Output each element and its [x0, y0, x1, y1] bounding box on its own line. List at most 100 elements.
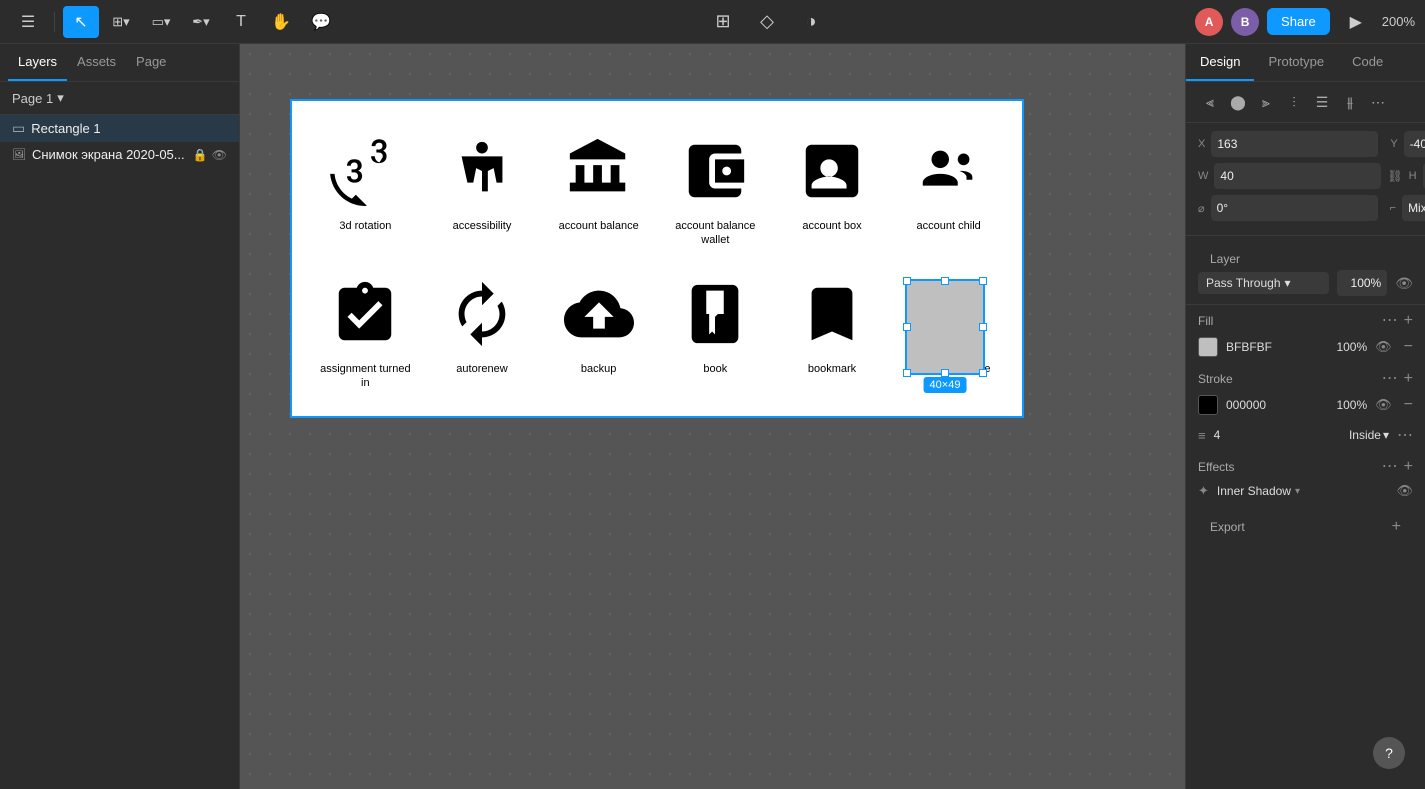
layer-visible-icon[interactable]: 👁	[1395, 275, 1413, 292]
layer-section-header: Layer	[1198, 244, 1413, 270]
account-balance-icon	[559, 131, 639, 211]
tab-prototype[interactable]: Prototype	[1254, 44, 1338, 81]
layer-section-title: Layer	[1210, 252, 1240, 266]
align-left-button[interactable]: ⫷	[1198, 90, 1222, 114]
y-input[interactable]	[1404, 131, 1425, 157]
fill-settings-button[interactable]: ⋯	[1382, 313, 1398, 329]
selected-rectangle[interactable]: 40×49	[905, 279, 985, 375]
resize-handle-l[interactable]	[903, 323, 911, 331]
layer-section: Layer Pass Through ▾ 👁	[1186, 236, 1425, 305]
resize-handle-b[interactable]	[941, 369, 949, 377]
comment-tool-button[interactable]: 💬	[303, 6, 339, 38]
blend-mode-chevron: ▾	[1285, 276, 1291, 290]
text-tool-button[interactable]: T	[223, 6, 259, 38]
stroke-remove-button[interactable]: −	[1404, 396, 1413, 414]
fill-visibility-icon[interactable]: 👁	[1375, 339, 1392, 355]
accessibility-icon	[442, 131, 522, 211]
stroke-add-button[interactable]: +	[1404, 371, 1413, 387]
export-add-button[interactable]: +	[1392, 519, 1401, 535]
fill-row-0: BFBFBF 100% 👁 −	[1186, 333, 1425, 361]
align-bottom-button[interactable]: ⫵	[1338, 90, 1362, 114]
resize-handle-t[interactable]	[941, 277, 949, 285]
fill-hex-label: BFBFBF	[1226, 340, 1328, 354]
resize-handle-br[interactable]	[979, 369, 987, 377]
help-button[interactable]: ?	[1373, 737, 1405, 769]
w-input[interactable]	[1214, 163, 1381, 189]
effect-label-0: Inner Shadow ▾	[1217, 484, 1389, 498]
pen-tool-button[interactable]: ✒▾	[183, 6, 219, 38]
3d-rotation-label: 3d rotation	[339, 219, 391, 233]
icon-cell-book: book	[662, 264, 769, 397]
tab-design[interactable]: Design	[1186, 44, 1254, 81]
align-top-button[interactable]: ⫶	[1282, 90, 1306, 114]
screenshot-layer-icon: 🖼	[12, 148, 26, 161]
tab-assets[interactable]: Assets	[67, 44, 126, 81]
stroke-extra-row: ≡ 4 Inside ▾ ⋯	[1186, 421, 1425, 449]
assets-icon[interactable]: ◇	[749, 6, 785, 38]
constrain-proportions-button[interactable]: ⛓	[1387, 169, 1402, 183]
distribute-button[interactable]: ⋯	[1366, 90, 1390, 114]
align-vertical-center-button[interactable]: ☰	[1310, 90, 1334, 114]
play-button[interactable]: ▶	[1338, 6, 1374, 38]
effect-row-0: ✦ Inner Shadow ▾ 👁	[1186, 479, 1425, 503]
menu-button[interactable]: ☰	[10, 6, 46, 38]
resize-handle-tl[interactable]	[903, 277, 911, 285]
eye-icon[interactable]: 👁	[212, 148, 227, 162]
screenshot-layer-actions: 🔒 👁	[193, 148, 227, 162]
fill-color-swatch[interactable]	[1198, 337, 1218, 357]
tab-page[interactable]: Page	[126, 44, 176, 81]
rectangle-tool-button[interactable]: ▭▾	[143, 6, 179, 38]
effect-visibility-icon[interactable]: 👁	[1396, 483, 1413, 499]
theme-icon[interactable]: ◑	[793, 6, 829, 38]
angle-input[interactable]	[1211, 195, 1378, 221]
avatar-1[interactable]: A	[1195, 8, 1223, 36]
opacity-input[interactable]	[1337, 270, 1387, 296]
blend-mode-dropdown[interactable]: Pass Through ▾	[1198, 272, 1329, 294]
fill-add-button[interactable]: +	[1404, 313, 1413, 329]
tab-layers[interactable]: Layers	[8, 44, 67, 81]
tab-code[interactable]: Code	[1338, 44, 1397, 81]
resize-handle-bl[interactable]	[903, 369, 911, 377]
export-section: Export +	[1186, 503, 1425, 547]
effect-icon: ✦	[1198, 483, 1209, 499]
fill-remove-button[interactable]: −	[1404, 338, 1413, 356]
corner-input[interactable]	[1402, 195, 1425, 221]
stroke-visibility-icon[interactable]: 👁	[1375, 397, 1392, 413]
book-icon	[675, 274, 755, 354]
frame-tool-button[interactable]: ⊞▾	[103, 6, 139, 38]
x-input[interactable]	[1211, 131, 1378, 157]
layer-item-screenshot[interactable]: 🖼 Снимок экрана 2020-05... 🔒 👁	[0, 142, 239, 167]
components-icon[interactable]: ⊞	[705, 6, 741, 38]
left-panel-tabs: Layers Assets Page	[0, 44, 239, 82]
stroke-more-button[interactable]: ⋯	[1397, 425, 1413, 445]
resize-handle-tr[interactable]	[979, 277, 987, 285]
account-balance-label: account balance	[559, 219, 639, 233]
resize-handle-r[interactable]	[979, 323, 987, 331]
stroke-settings-button[interactable]: ⋯	[1382, 371, 1398, 387]
stroke-align-label: Inside	[1349, 428, 1381, 442]
stroke-align-dropdown[interactable]: Inside ▾	[1349, 428, 1389, 442]
menu-icon: ☰	[21, 12, 35, 32]
stroke-width-icon: ≡	[1198, 428, 1206, 443]
fill-section-actions: ⋯ +	[1382, 313, 1413, 329]
align-right-button[interactable]: ⫸	[1254, 90, 1278, 114]
assignment-turned-in-icon	[325, 274, 405, 354]
effects-settings-button[interactable]: ⋯	[1382, 459, 1398, 475]
effects-title: Effects	[1198, 460, 1234, 474]
account-child-label: account child	[917, 219, 981, 233]
y-label: Y	[1390, 138, 1397, 150]
align-horizontal-center-button[interactable]: ⬤	[1226, 90, 1250, 114]
wh-row: W ⛓ H ⊡	[1198, 163, 1413, 189]
share-button[interactable]: Share	[1267, 8, 1330, 35]
canvas-area[interactable]: 3d rotation accessibility	[240, 44, 1185, 789]
3d-rotation-icon	[325, 131, 405, 211]
effects-add-button[interactable]: +	[1404, 459, 1413, 475]
select-tool-button[interactable]: ↖	[63, 6, 99, 38]
icon-cell-3d-rotation: 3d rotation	[312, 121, 419, 254]
avatar-2[interactable]: B	[1231, 8, 1259, 36]
page-selector[interactable]: Page 1 ▾	[0, 82, 239, 115]
fill-title: Fill	[1198, 314, 1213, 328]
hand-tool-button[interactable]: ✋	[263, 6, 299, 38]
layer-item-rectangle[interactable]: ▭ Rectangle 1	[0, 115, 239, 142]
stroke-color-swatch[interactable]	[1198, 395, 1218, 415]
